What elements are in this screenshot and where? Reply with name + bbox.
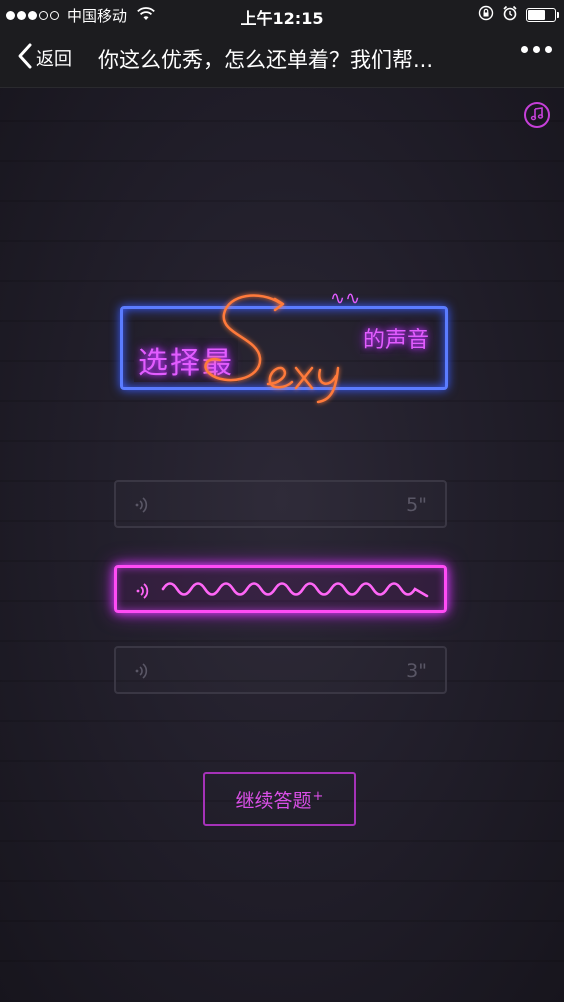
continue-button-label: 继续答题 [235, 789, 312, 812]
neon-sexy-script: ∿∿ [204, 288, 360, 404]
brick-wall-background [0, 88, 564, 1002]
status-bar: 中国移动 上午12:15 [0, 0, 564, 30]
alarm-icon [502, 5, 518, 25]
voice-option-2[interactable] [114, 565, 447, 613]
status-right [478, 5, 559, 25]
svg-text:∿∿: ∿∿ [330, 288, 360, 309]
more-dots-icon[interactable] [521, 46, 552, 53]
voice-duration: 5" [406, 494, 427, 516]
music-toggle-button[interactable] [524, 102, 550, 128]
voice-duration: 3" [406, 660, 427, 682]
speaker-wave-icon [134, 662, 148, 684]
page-title: 你这么优秀，怎么还单着？我们帮... [98, 48, 434, 72]
back-button[interactable]: 返回 [16, 42, 72, 74]
neon-title-sign: 选择最 的声音 ∿∿ [120, 288, 450, 404]
music-note-icon [530, 106, 544, 125]
voice-option-1[interactable]: 5" [114, 480, 447, 528]
continue-answer-button[interactable]: 继续答题 + [203, 772, 356, 826]
speaker-wave-icon [135, 582, 149, 604]
speaker-wave-icon [134, 496, 148, 518]
sound-wave-animation [161, 582, 429, 598]
back-label: 返回 [36, 49, 72, 70]
continue-button-suffix: + [312, 788, 324, 804]
game-stage: 选择最 的声音 ∿∿ 5" 3" 继续答题 + [0, 88, 564, 1002]
orientation-lock-icon [478, 5, 494, 25]
chevron-left-icon [16, 42, 34, 74]
navigation-bar: 返回 你这么优秀，怎么还单着？我们帮... [0, 30, 564, 88]
voice-option-3[interactable]: 3" [114, 646, 447, 694]
battery-icon [526, 8, 559, 22]
